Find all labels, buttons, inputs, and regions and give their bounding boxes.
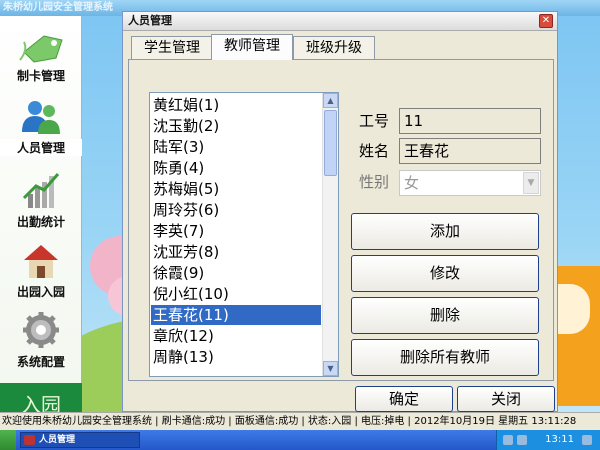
tab-students[interactable]: 学生管理 xyxy=(131,36,213,60)
list-item[interactable]: 陆军(3) xyxy=(151,137,321,157)
name-field[interactable]: 王春花 xyxy=(399,138,541,164)
edit-button[interactable]: 修改 xyxy=(351,255,539,292)
dialog-title: 人员管理 xyxy=(123,12,557,31)
list-item[interactable]: 陈勇(4) xyxy=(151,158,321,178)
house-icon xyxy=(24,245,58,278)
id-field[interactable]: 11 xyxy=(399,108,541,134)
input-method-icon[interactable] xyxy=(582,435,592,445)
scroll-down-icon[interactable]: ▼ xyxy=(323,361,338,376)
tab-class-upgrade[interactable]: 班级升级 xyxy=(293,36,375,60)
sidebar-item-label: 人员管理 xyxy=(0,139,82,156)
list-item[interactable]: 黄红娟(1) xyxy=(151,95,321,115)
id-label: 工号 xyxy=(359,112,390,130)
sidebar-item-label: 出园入园 xyxy=(16,285,65,299)
add-button[interactable]: 添加 xyxy=(351,213,539,250)
gender-label: 性别 xyxy=(359,173,390,191)
taskbar: 人员管理 13:11 xyxy=(0,430,600,450)
teacher-panel: 黄红娟(1) 沈玉勤(2) 陆军(3) 陈勇(4) 苏梅娟(5) 周玲芬(6) … xyxy=(128,59,554,381)
status-text: 欢迎使用朱桥幼儿园安全管理系统 | 刷卡通信:成功 | 面板通信:成功 | 状态… xyxy=(2,416,577,427)
list-item[interactable]: 倪小红(10) xyxy=(151,284,321,304)
app-title: 朱桥幼儿园安全管理系统 xyxy=(3,2,113,13)
sidebar-item-settings[interactable]: 系统配置 xyxy=(0,310,82,370)
ok-button[interactable]: 确定 xyxy=(355,386,453,412)
people-icon xyxy=(22,101,60,134)
sidebar-item-entry-exit[interactable]: 出园入园 xyxy=(0,240,82,300)
personnel-dialog: 人员管理 ✕ 学生管理 教师管理 班级升级 黄红娟(1) 沈玉勤(2) 陆军(3… xyxy=(122,11,558,412)
teacher-list[interactable]: 黄红娟(1) 沈玉勤(2) 陆军(3) 陈勇(4) 苏梅娟(5) 周玲芬(6) … xyxy=(149,92,339,377)
volume-icon[interactable] xyxy=(517,435,527,445)
close-icon[interactable]: ✕ xyxy=(539,14,553,28)
tray-clock: 13:11 xyxy=(545,434,574,445)
system-tray: 13:11 xyxy=(496,430,600,450)
chevron-down-icon[interactable]: ▼ xyxy=(523,172,539,194)
list-item[interactable]: 李英(7) xyxy=(151,221,321,241)
list-item-selected[interactable]: 王春花(11) xyxy=(151,305,321,325)
taskbar-item[interactable]: 人员管理 xyxy=(20,432,140,448)
tab-teachers[interactable]: 教师管理 xyxy=(211,34,293,60)
taskbar-item-label: 人员管理 xyxy=(39,435,76,445)
list-item[interactable]: 章欣(12) xyxy=(151,326,321,346)
gear-icon xyxy=(23,312,59,348)
card-tag-icon xyxy=(19,35,63,63)
sidebar: 制卡管理 人员管理 出勤统计 出园入园 系统配置 入园 xyxy=(0,16,82,428)
sidebar-item-label: 制卡管理 xyxy=(16,69,65,83)
start-button[interactable] xyxy=(0,430,16,450)
list-item[interactable]: 沈玉勤(2) xyxy=(151,116,321,136)
gender-value: 女 xyxy=(404,174,420,192)
scroll-thumb[interactable] xyxy=(324,110,337,176)
name-label: 姓名 xyxy=(359,142,390,160)
status-bar: 欢迎使用朱桥幼儿园安全管理系统 | 刷卡通信:成功 | 面板通信:成功 | 状态… xyxy=(0,412,600,430)
delete-all-teachers-button[interactable]: 删除所有教师 xyxy=(351,339,539,376)
list-item[interactable]: 徐霞(9) xyxy=(151,263,321,283)
list-item[interactable]: 沈亚芳(8) xyxy=(151,242,321,262)
app-icon xyxy=(24,435,35,445)
sidebar-item-label: 系统配置 xyxy=(16,355,65,369)
sidebar-item-personnel[interactable]: 人员管理 xyxy=(0,98,82,156)
network-icon[interactable] xyxy=(503,435,513,445)
scroll-up-icon[interactable]: ▲ xyxy=(323,93,338,108)
list-item[interactable]: 苏梅娟(5) xyxy=(151,179,321,199)
list-scrollbar[interactable]: ▲ ▼ xyxy=(322,93,338,376)
gender-select[interactable]: 女 ▼ xyxy=(399,170,541,196)
delete-button[interactable]: 删除 xyxy=(351,297,539,334)
sidebar-item-label: 出勤统计 xyxy=(16,215,65,229)
list-item[interactable]: 周玲芬(6) xyxy=(151,200,321,220)
list-item[interactable]: 周静(13) xyxy=(151,347,321,367)
close-button[interactable]: 关闭 xyxy=(457,386,555,412)
bar-chart-icon xyxy=(22,173,60,208)
sidebar-item-card[interactable]: 制卡管理 xyxy=(0,30,82,84)
sidebar-item-attendance[interactable]: 出勤统计 xyxy=(0,170,82,230)
